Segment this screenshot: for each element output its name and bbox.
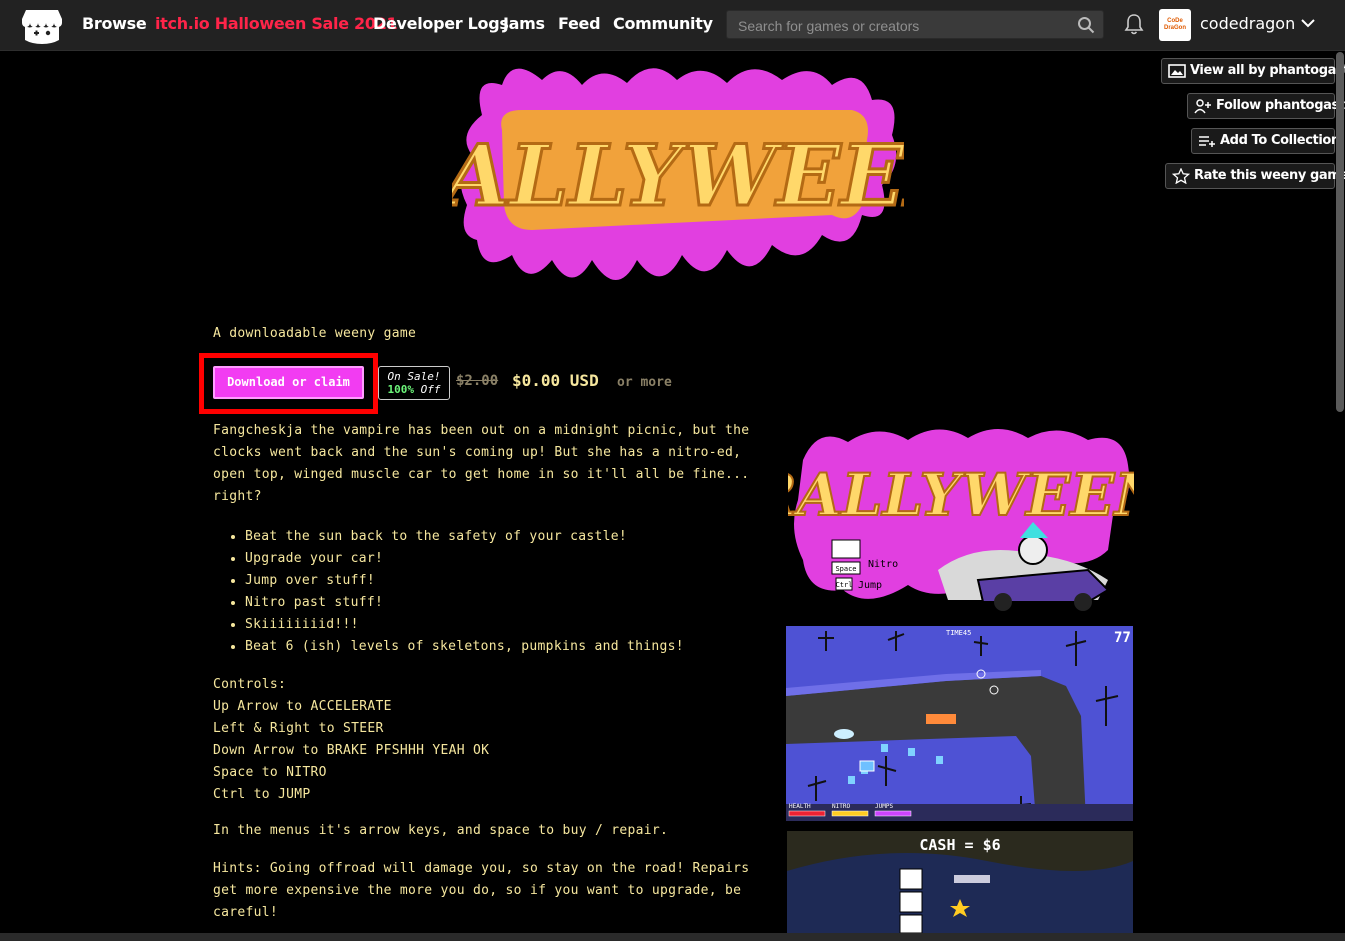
screenshot-shop[interactable]: CASH = $6 — [787, 831, 1133, 933]
sale-off-label: Off — [420, 383, 441, 396]
feature-list: Beat the sun back to the safety of your … — [228, 526, 684, 658]
avatar-text: CoDe DraGon — [1163, 18, 1186, 31]
itchio-logo-icon[interactable] — [22, 8, 62, 44]
thumb-title-text: RALLYWEEN — [788, 461, 1134, 529]
hud-counter: 77 — [1114, 630, 1131, 646]
horizontal-scrollbar[interactable] — [0, 933, 1345, 941]
vertical-scrollbar[interactable] — [1336, 52, 1344, 412]
add-to-collection-button[interactable]: Add To Collection — [1191, 128, 1340, 154]
follow-label: Follow phantogast — [1216, 98, 1345, 113]
top-navigation-bar: Browse itch.io Halloween Sale 2021 Devel… — [0, 0, 1345, 51]
controls-line: Down Arrow to BRAKE PFSHHH YEAH OK — [213, 743, 490, 758]
on-sale-badge: On Sale! 100% Off — [378, 366, 450, 400]
hints-paragraph: Hints: Going offroad will damage you, so… — [213, 861, 750, 920]
list-item: Upgrade your car! — [245, 548, 684, 570]
controls-line: Ctrl to JUMP — [213, 787, 311, 802]
screenshot-gameplay[interactable]: HEALTH NITRO JUMPS TIME45 77 — [786, 626, 1133, 821]
notification-bell-icon[interactable] — [1124, 13, 1144, 35]
hud-jumps-label: JUMPS — [875, 803, 893, 810]
title-art-image: RALLYWEEN Space Ctrl Nitro Jump — [788, 429, 1134, 611]
nav-jams-link[interactable]: Jams — [503, 14, 545, 33]
user-plus-icon — [1194, 99, 1211, 114]
list-item: Skiiiiiiiid!!! — [245, 614, 684, 636]
search-input[interactable] — [736, 11, 1070, 40]
user-avatar[interactable]: CoDe DraGon — [1159, 9, 1191, 41]
nav-community-link[interactable]: Community — [613, 14, 713, 33]
nav-feed-link[interactable]: Feed — [558, 14, 601, 33]
username-label[interactable]: codedragon — [1200, 14, 1295, 33]
chevron-down-icon[interactable] — [1300, 17, 1316, 29]
list-item: Beat the sun back to the safety of your … — [245, 526, 684, 548]
nav-developer-logs-link[interactable]: Developer Logs — [373, 14, 509, 33]
controls-line: Controls: — [213, 677, 287, 692]
hud-timer: TIME45 — [946, 629, 971, 637]
screenshot-title-art[interactable]: RALLYWEEN Space Ctrl Nitro Jump — [788, 420, 1134, 615]
game-tagline: A downloadable weeny game — [213, 326, 417, 341]
sale-badge-discount: 100% Off — [379, 383, 449, 396]
controls-section: Controls: Up Arrow to ACCELERATE Left & … — [213, 674, 489, 806]
search-icon[interactable] — [1077, 16, 1095, 34]
controls-line: Up Arrow to ACCELERATE — [213, 699, 392, 714]
thumb-nitro-label: Nitro — [868, 559, 898, 570]
add-list-icon — [1199, 136, 1215, 147]
game-title-banner: RALLYWEEN — [452, 68, 904, 280]
banner-title-text: RALLYWEEN — [452, 126, 904, 225]
controls-line: Left & Right to STEER — [213, 721, 384, 736]
price-or-more-label: or more — [617, 375, 672, 390]
hud-nitro-label: NITRO — [832, 803, 850, 810]
nav-browse-link[interactable]: Browse — [82, 14, 147, 33]
shop-cash-readout: CASH = $6 — [919, 836, 1001, 854]
controls-line: Space to NITRO — [213, 765, 327, 780]
gallery-icon — [1168, 64, 1186, 78]
view-all-by-author-button[interactable]: View all by phantogast — [1161, 58, 1345, 84]
list-item: Beat 6 (ish) levels of skeletons, pumpki… — [245, 636, 684, 658]
nav-halloween-sale-link[interactable]: itch.io Halloween Sale 2021 — [155, 14, 398, 33]
thumb-jump-label: Jump — [858, 580, 882, 591]
original-price: $2.00 — [456, 373, 499, 389]
view-all-label: View all by phantogast — [1190, 63, 1345, 78]
star-outline-icon — [1172, 168, 1190, 184]
sale-percent: 100% — [387, 383, 415, 396]
list-item: Jump over stuff! — [245, 570, 684, 592]
add-to-collection-label: Add To Collection — [1220, 133, 1340, 148]
thumb-space-key: Space — [835, 565, 856, 573]
follow-author-button[interactable]: Follow phantogast — [1187, 93, 1345, 119]
menus-note: In the menus it's arrow keys, and space … — [213, 823, 669, 838]
rate-label: Rate this weeny game — [1194, 168, 1345, 183]
rate-game-button[interactable]: Rate this weeny game — [1165, 163, 1345, 189]
download-or-claim-button[interactable]: Download or claim — [213, 366, 364, 399]
thumb-ctrl-key: Ctrl — [836, 581, 853, 589]
search-box — [726, 10, 1104, 40]
sale-badge-line: On Sale! — [387, 370, 441, 383]
current-price: $0.00 USD — [512, 371, 599, 390]
gameplay-image: HEALTH NITRO JUMPS TIME45 77 — [786, 626, 1133, 821]
list-item: Nitro past stuff! — [245, 592, 684, 614]
game-description: Fangcheskja the vampire has been out on … — [213, 423, 750, 504]
hud-health-label: HEALTH — [789, 803, 811, 810]
